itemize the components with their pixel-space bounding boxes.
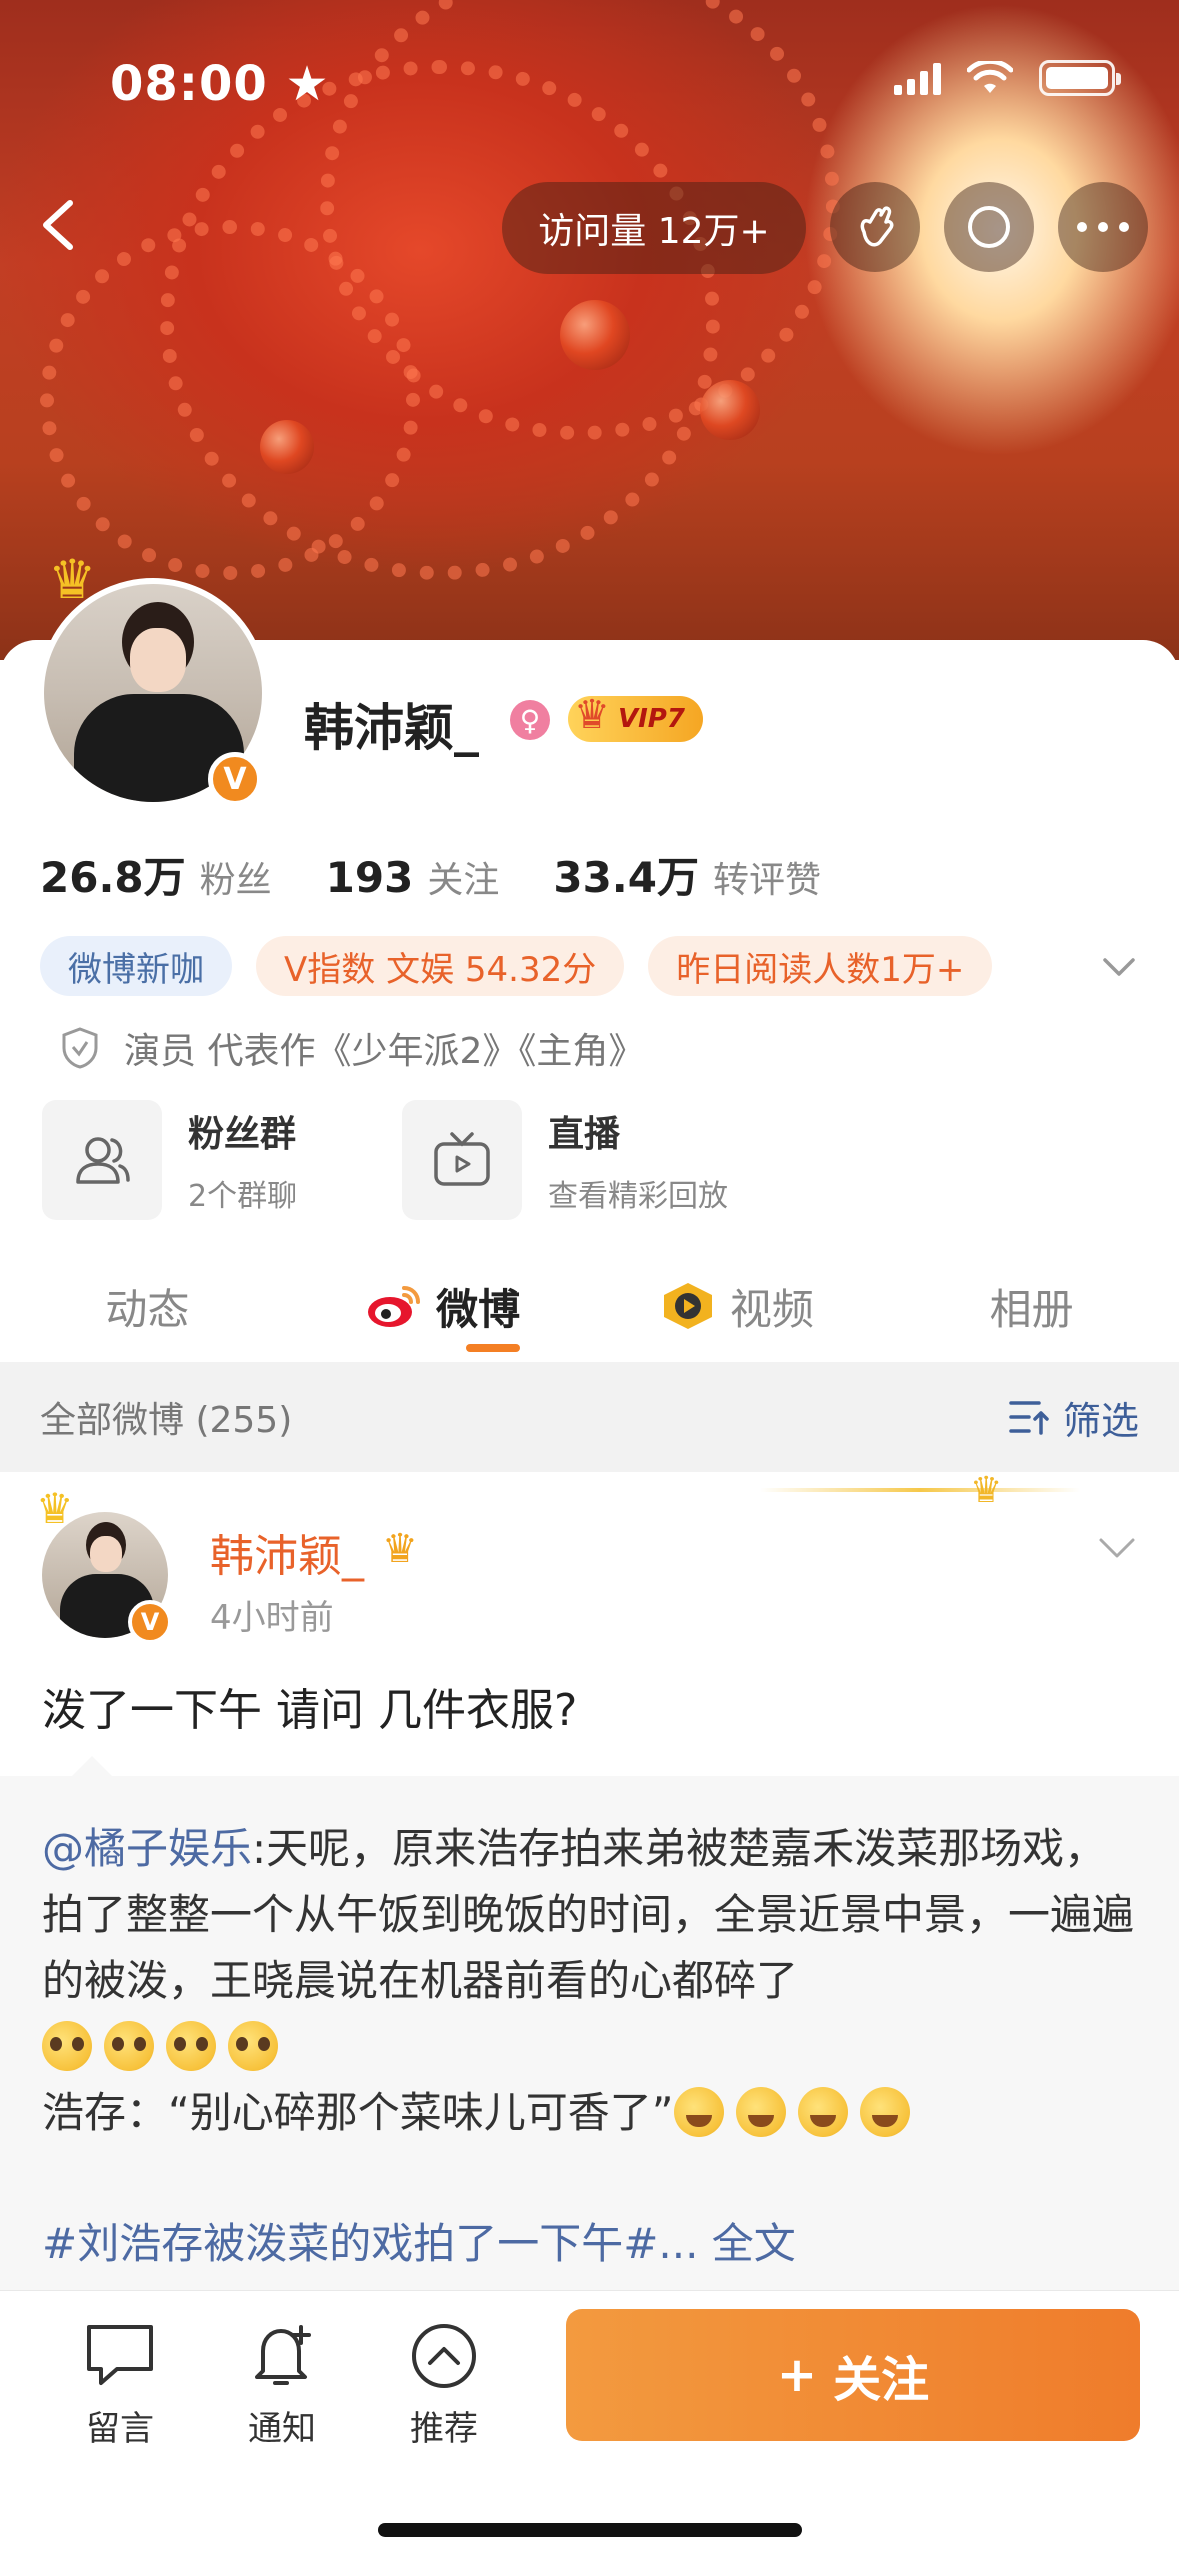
bead-strand	[40, 220, 420, 580]
profile-tags: 微博新咖 V指数 文娱 54.32分 昨日阅读人数1万+	[40, 936, 993, 996]
tab-weibo[interactable]: 微博	[295, 1256, 590, 1356]
star-icon: ★	[285, 56, 330, 112]
live-sub: 查看精彩回放	[548, 1179, 728, 1214]
recommend-button[interactable]: 推荐	[384, 2321, 504, 2450]
comment-button[interactable]: 留言	[60, 2321, 180, 2450]
profile-tabs: 动态 微博 视频 相册	[0, 1256, 1179, 1356]
search-icon	[968, 206, 1010, 248]
crying-emoji-icon	[673, 2087, 724, 2137]
tab-feed[interactable]: 动态	[0, 1256, 295, 1356]
stat-following[interactable]: 193 关注	[326, 851, 500, 903]
search-button[interactable]	[944, 182, 1034, 272]
bottom-bar: 留言 通知 推荐 + 关注	[0, 2290, 1179, 2556]
member-crown-icon: ♛	[382, 1526, 418, 1572]
comment-icon	[87, 2325, 153, 2385]
bead	[700, 380, 760, 440]
tv-icon	[402, 1100, 522, 1220]
status-icons	[894, 60, 1121, 96]
visits-pill[interactable]: 访问量 12万+	[502, 182, 806, 274]
chevron-up-circle-icon	[412, 2324, 476, 2388]
stat-fans[interactable]: 26.8万 粉丝	[40, 844, 272, 905]
live-entry[interactable]: 直播 查看精彩回放	[402, 1100, 728, 1220]
filter-button[interactable]: 筛选	[1007, 1390, 1139, 1445]
home-indicator	[378, 2523, 802, 2537]
profile-description: 演员 代表作《少年派2》《主角》	[60, 1022, 644, 1074]
verified-badge-icon: V	[128, 1600, 172, 1644]
stat-likes[interactable]: 33.4万 转评赞	[553, 844, 821, 905]
plus-icon: +	[776, 2347, 818, 2403]
crown-icon: ♛	[48, 548, 97, 611]
crying-emoji-icon	[735, 2087, 786, 2137]
group-icon	[42, 1100, 162, 1220]
tab-album[interactable]: 相册	[884, 1256, 1179, 1356]
follow-button[interactable]: + 关注	[566, 2309, 1140, 2441]
mention-link[interactable]: @橘子娱乐	[42, 1824, 252, 1873]
shield-icon	[62, 1027, 98, 1069]
tag-v-index[interactable]: V指数 文娱 54.32分	[256, 936, 625, 996]
crying-emoji-icon	[859, 2087, 910, 2137]
post-author[interactable]: 韩沛颖_	[210, 1520, 364, 1584]
chevron-down-icon[interactable]	[1095, 1526, 1139, 1570]
pleading-emoji-icon	[104, 2021, 154, 2071]
wifi-icon	[967, 61, 1013, 93]
repost-line2: 浩存：“别心碎那个菜味儿可香了”	[42, 2088, 674, 2137]
hashtag-line: #刘浩存被泼菜的戏拍了一下午#... 全文	[42, 2210, 796, 2271]
tab-video[interactable]: 视频	[590, 1256, 885, 1356]
vip-badge[interactable]: VIP7	[568, 692, 703, 742]
tag-readers[interactable]: 昨日阅读人数1万+	[648, 936, 993, 996]
bead	[260, 420, 314, 474]
chevron-down-icon[interactable]	[1099, 946, 1139, 986]
signal-icon	[894, 61, 941, 95]
notify-button[interactable]: 通知	[222, 2321, 342, 2450]
profile-name: 韩沛颖_	[304, 699, 479, 757]
filter-bar: 全部微博 (255) 筛选	[0, 1362, 1179, 1472]
more-dots-icon	[1077, 222, 1129, 232]
crying-emoji-icon	[797, 2087, 848, 2137]
battery-icon	[1039, 60, 1121, 96]
wave-hand-icon	[860, 206, 894, 247]
pleading-emoji-icon	[228, 2021, 278, 2071]
bell-plus-icon	[255, 2325, 311, 2385]
tag-new[interactable]: 微博新咖	[40, 936, 232, 996]
weibo-logo-icon	[368, 1286, 421, 1327]
post-text: 泼了一下午 请问 几件衣服?	[42, 1685, 578, 1736]
back-arrow-icon[interactable]	[30, 195, 90, 255]
live-title: 直播	[548, 1114, 621, 1155]
bead	[560, 300, 630, 370]
pleading-emoji-icon	[42, 2021, 92, 2071]
full-text-link[interactable]: 全文	[712, 2219, 796, 2268]
verified-badge-icon: V	[208, 752, 262, 806]
post-time: 4小时前	[210, 1598, 334, 1638]
video-icon	[663, 1283, 712, 1329]
repost-body: @橘子娱乐:天呢，原来浩存拍来弟被楚嘉禾泼菜那场戏，拍了整整一个从午饭到晚饭的时…	[42, 1816, 1142, 2146]
filter-icon	[1009, 1401, 1049, 1435]
all-weibo-count: 全部微博 (255)	[40, 1400, 293, 1441]
fan-group-sub: 2个群聊	[188, 1179, 298, 1214]
hashtag-link[interactable]: #刘浩存被泼菜的戏拍了一下午#...	[42, 2219, 698, 2268]
fan-group-title: 粉丝群	[188, 1114, 297, 1155]
profile-stats: 26.8万 粉丝 193 关注 33.4万 转评赞	[40, 844, 821, 905]
fan-group-entry[interactable]: 粉丝群 2个群聊	[42, 1100, 297, 1220]
decor-line	[760, 1488, 1080, 1492]
female-icon: ♀	[510, 700, 550, 740]
pleading-emoji-icon	[166, 2021, 216, 2071]
crown-icon: ♛	[970, 1470, 1003, 1511]
wave-hand-button[interactable]	[830, 182, 920, 272]
more-button[interactable]	[1058, 182, 1148, 272]
status-time: 08:00 ★	[110, 56, 330, 112]
